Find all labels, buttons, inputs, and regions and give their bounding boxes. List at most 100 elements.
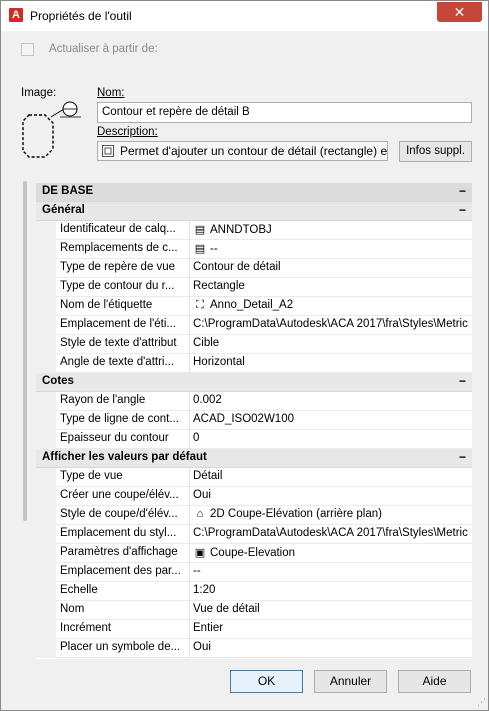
property-value[interactable]: ▤ -- [193, 242, 469, 255]
collapse-icon[interactable]: − [459, 184, 466, 198]
property-value-text: C:\ProgramData\Autodesk\ACA 2017\fra\Sty… [193, 527, 469, 539]
name-input[interactable]: Contour et repère de détail B [97, 102, 472, 123]
property-row[interactable]: Nom de l'étiquette ⛶ Anno_Detail_A2 [36, 297, 472, 316]
refresh-from-checkbox[interactable] [21, 43, 34, 56]
property-row[interactable]: Type de vue Détail [36, 468, 472, 487]
property-row[interactable]: Style de texte d'attribut Cible [36, 335, 472, 354]
property-row[interactable]: Identificateur de calq... ▤ ANNDTOBJ [36, 221, 472, 240]
property-value-text: Contour de détail [193, 261, 281, 273]
column-divider[interactable] [189, 506, 190, 525]
category-header[interactable]: Cotes − [36, 373, 472, 392]
column-divider[interactable] [189, 297, 190, 316]
column-divider[interactable] [189, 430, 190, 449]
column-divider[interactable] [189, 487, 190, 506]
property-row[interactable]: Emplacement de l'éti... C:\ProgramData\Au… [36, 316, 472, 335]
property-row[interactable]: Emplacement des par... -- [36, 563, 472, 582]
property-row[interactable]: Emplacement du styl... C:\ProgramData\Aut… [36, 525, 472, 544]
property-row[interactable]: Incrément Entier [36, 620, 472, 639]
property-value-text: -- [210, 243, 218, 255]
property-value[interactable]: Oui [193, 641, 469, 653]
property-name: Nom de l'étiquette [60, 299, 153, 311]
column-divider[interactable] [189, 411, 190, 430]
column-divider[interactable] [189, 601, 190, 620]
column-divider[interactable] [189, 240, 190, 259]
property-value[interactable]: Cible [193, 337, 469, 349]
property-value[interactable]: 0.002 [193, 394, 469, 406]
property-row[interactable]: Remplacements de c... ▤ -- [36, 240, 472, 259]
property-value[interactable]: ⌂ 2D Coupe-Elévation (arrière plan) [193, 508, 469, 520]
column-divider[interactable] [189, 392, 190, 411]
row-gutter [36, 316, 56, 335]
collapse-icon[interactable]: − [459, 374, 466, 388]
property-row[interactable]: Type de repère de vue Contour de détail [36, 259, 472, 278]
more-info-button[interactable]: Infos suppl. [399, 141, 472, 162]
column-divider[interactable] [189, 278, 190, 297]
property-value[interactable]: Rectangle [193, 280, 469, 292]
property-value[interactable]: -- [193, 565, 469, 577]
property-value[interactable]: Détail [193, 470, 469, 482]
property-name: Identificateur de calq... [60, 223, 176, 235]
property-value[interactable]: C:\ProgramData\Autodesk\ACA 2017\fra\Sty… [193, 318, 469, 330]
column-divider[interactable] [189, 544, 190, 563]
property-name: Remplacements de c... [60, 242, 178, 254]
category-header[interactable]: Général − [36, 202, 472, 221]
property-name: Epaisseur du contour [60, 432, 169, 444]
column-divider[interactable] [189, 620, 190, 639]
property-row[interactable]: Paramètres d'affichage ▣ Coupe-Elevation [36, 544, 472, 563]
description-value: Permet d'ajouter un contour de détail (r… [120, 144, 388, 158]
property-row[interactable]: Créer une coupe/élév... Oui [36, 487, 472, 506]
property-value[interactable]: ▣ Coupe-Elevation [193, 546, 469, 559]
collapse-icon[interactable]: − [459, 203, 466, 217]
property-value[interactable]: ▤ ANNDTOBJ [193, 223, 469, 236]
property-value[interactable]: Contour de détail [193, 261, 469, 273]
property-row[interactable]: Style de coupe/d'élév... ⌂ 2D Coupe-Elévat… [36, 506, 472, 525]
column-divider[interactable] [189, 563, 190, 582]
vertical-splitter[interactable] [23, 181, 27, 521]
property-value[interactable]: Entier [193, 622, 469, 634]
row-gutter [36, 240, 56, 259]
property-row[interactable]: Placer un symbole de... Oui [36, 639, 472, 658]
column-divider[interactable] [189, 639, 190, 658]
property-value[interactable]: ACAD_ISO02W100 [193, 413, 469, 425]
column-divider[interactable] [189, 335, 190, 354]
column-divider[interactable] [189, 221, 190, 240]
properties-grid[interactable]: DE BASE − Général − Identificateur de calq… [36, 183, 472, 659]
property-row[interactable]: Type de contour du r... Rectangle [36, 278, 472, 297]
cancel-button[interactable]: Annuler [314, 670, 387, 693]
collapse-icon[interactable]: − [459, 450, 466, 464]
category-title: Général [42, 204, 85, 216]
property-value[interactable]: ⛶ Anno_Detail_A2 [193, 299, 469, 312]
property-value[interactable]: 0 [193, 432, 469, 444]
property-name: Angle de texte d'attri... [60, 356, 175, 368]
help-button[interactable]: Aide [398, 670, 471, 693]
category-title: DE BASE [42, 185, 94, 197]
column-divider[interactable] [189, 316, 190, 335]
category-header[interactable]: Afficher les valeurs par défaut − [36, 449, 472, 468]
property-value[interactable]: 1:20 [193, 584, 469, 596]
property-value[interactable]: Vue de détail [193, 603, 469, 615]
column-divider[interactable] [189, 525, 190, 544]
property-value-text: 0.002 [193, 394, 222, 406]
column-divider[interactable] [189, 354, 190, 373]
close-button[interactable]: ✕ [437, 2, 482, 22]
column-divider[interactable] [189, 582, 190, 601]
property-value[interactable]: Oui [193, 489, 469, 501]
property-row[interactable]: Angle de texte d'attri... Horizontal [36, 354, 472, 373]
resize-grip-icon[interactable]: ⋰ [474, 696, 486, 708]
property-value[interactable]: C:\ProgramData\Autodesk\ACA 2017\fra\Sty… [193, 527, 469, 539]
column-divider[interactable] [189, 468, 190, 487]
tool-image-icon[interactable] [21, 101, 86, 167]
title-bar: A Propriétés de l'outil ✕ [1, 1, 488, 31]
ok-button[interactable]: OK [230, 670, 303, 693]
property-value[interactable]: Horizontal [193, 356, 469, 368]
layer-icon: ▤ [194, 224, 206, 236]
category-header-de-base[interactable]: DE BASE − [36, 183, 472, 202]
property-row[interactable]: Echelle 1:20 [36, 582, 472, 601]
property-row[interactable]: Epaisseur du contour 0 [36, 430, 472, 449]
property-row[interactable]: Nom Vue de détail [36, 601, 472, 620]
property-row[interactable]: Rayon de l'angle 0.002 [36, 392, 472, 411]
property-row[interactable]: Type de ligne de cont... ACAD_ISO02W100 [36, 411, 472, 430]
row-gutter [36, 259, 56, 278]
description-input[interactable]: Permet d'ajouter un contour de détail (r… [97, 141, 388, 161]
column-divider[interactable] [189, 259, 190, 278]
